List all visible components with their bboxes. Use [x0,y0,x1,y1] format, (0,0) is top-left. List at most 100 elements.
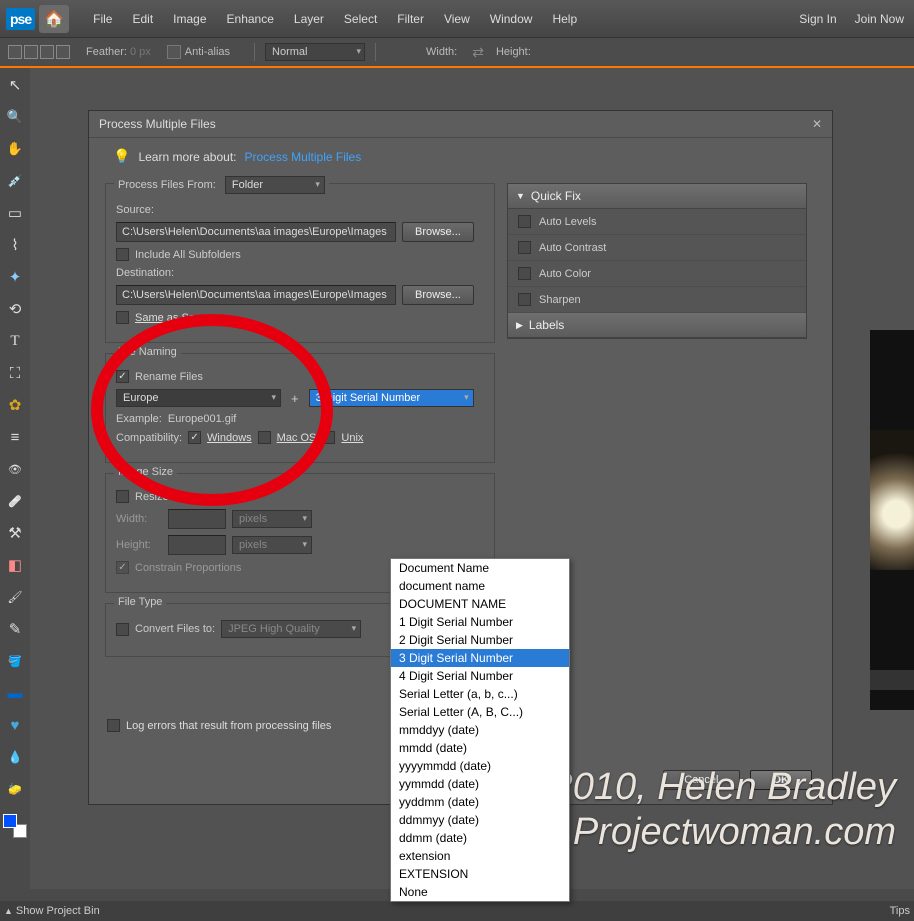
marquee-tool[interactable] [3,202,27,224]
quick-fix-header[interactable]: ▼Quick Fix [508,184,806,209]
compat-windows-checkbox[interactable] [188,431,201,444]
dd-option[interactable]: yymmdd (date) [391,775,569,793]
app-logo: pse [6,8,35,30]
dd-option[interactable]: Serial Letter (a, b, c...) [391,685,569,703]
crop-tool[interactable] [3,362,27,384]
image-size-legend: Image Size [114,466,177,478]
healing-brush-tool[interactable] [3,490,27,512]
menu-layer[interactable]: Layer [284,12,334,26]
lasso-tool[interactable] [3,234,27,256]
zoom-tool[interactable] [3,106,27,128]
dd-option[interactable]: document name [391,577,569,595]
menu-image[interactable]: Image [163,12,216,26]
browse-source-button[interactable]: Browse... [402,222,474,242]
clone-stamp-tool[interactable] [3,522,27,544]
straighten-tool[interactable] [3,426,27,448]
dd-option[interactable]: EXTENSION [391,865,569,883]
magic-wand-tool[interactable] [3,266,27,288]
dd-option[interactable]: extension [391,847,569,865]
show-project-bin[interactable]: Show Project Bin [16,905,100,917]
rename-files-checkbox[interactable] [116,370,129,383]
dd-option[interactable]: 4 Digit Serial Number [391,667,569,685]
status-bar: ▲ Show Project Bin Tips [0,901,914,921]
menu-file[interactable]: File [83,12,122,26]
include-subfolders-label: Include All Subfolders [135,249,241,261]
process-from-dropdown[interactable]: Folder [225,176,325,194]
cancel-button[interactable]: Cancel [663,770,739,790]
dd-option[interactable]: Document Name [391,559,569,577]
ok-button[interactable]: OK [750,770,813,790]
labels-header[interactable]: ▶Labels [508,313,806,338]
dd-option[interactable]: Serial Letter (A, B, C...) [391,703,569,721]
cookie-cutter-tool[interactable] [3,394,27,416]
dd-option[interactable]: 2 Digit Serial Number [391,631,569,649]
learn-more-link[interactable]: Process Multiple Files [245,150,362,164]
sharpen-item[interactable]: Sharpen [508,287,806,313]
toolbox [0,68,30,889]
plus-separator: + [287,391,303,406]
auto-contrast-item[interactable]: Auto Contrast [508,235,806,261]
menu-edit[interactable]: Edit [122,12,163,26]
menu-select[interactable]: Select [334,12,387,26]
eyedropper-tool[interactable] [3,170,27,192]
hand-tool[interactable] [3,138,27,160]
convert-files-checkbox[interactable] [116,623,129,636]
log-errors-checkbox[interactable] [107,719,120,732]
auto-levels-item[interactable]: Auto Levels [508,209,806,235]
dd-option[interactable]: yyddmm (date) [391,793,569,811]
red-eye-tool[interactable] [3,458,27,480]
join-now-link[interactable]: Join Now [855,12,904,26]
shape-tool[interactable] [3,714,27,736]
dd-option[interactable]: mmdd (date) [391,739,569,757]
close-icon[interactable]: ✕ [812,117,822,131]
swap-icon[interactable]: ⇄ [472,44,484,61]
dd-option[interactable]: 1 Digit Serial Number [391,613,569,631]
antialias-checkbox[interactable] [167,45,181,59]
menu-help[interactable]: Help [542,12,587,26]
browse-destination-button[interactable]: Browse... [402,285,474,305]
constrain-proportions-checkbox[interactable] [116,561,129,574]
compat-mac-checkbox[interactable] [258,431,271,444]
blur-tool[interactable] [3,746,27,768]
type-tool[interactable] [3,330,27,352]
dd-option[interactable]: ddmmyy (date) [391,811,569,829]
include-subfolders-checkbox[interactable] [116,248,129,261]
rename-files-label: Rename Files [135,371,203,383]
source-path-input[interactable] [116,222,396,242]
tips-label[interactable]: Tips [890,905,910,917]
move-tool[interactable] [3,74,27,96]
destination-path-input[interactable] [116,285,396,305]
quick-selection-tool[interactable] [3,298,27,320]
color-swatches[interactable] [3,814,27,838]
menubar: pse 🏠 File Edit Image Enhance Layer Sele… [0,0,914,38]
compat-unix-checkbox[interactable] [322,431,335,444]
home-icon[interactable]: 🏠 [39,5,69,33]
process-files-from-group: Process Files From: Folder Source: Brows… [105,183,495,343]
resize-images-checkbox[interactable] [116,490,129,503]
basename-dropdown[interactable]: Europe [116,389,281,407]
sign-in-link[interactable]: Sign In [799,12,836,26]
selection-mode-swatches[interactable] [8,45,70,59]
menu-window[interactable]: Window [480,12,543,26]
eraser-tool[interactable] [3,554,27,576]
paint-bucket-tool[interactable] [3,650,27,672]
dd-option[interactable]: ddmm (date) [391,829,569,847]
bin-toggle-icon[interactable]: ▲ [4,906,13,916]
brush-tool[interactable] [3,586,27,608]
auto-color-item[interactable]: Auto Color [508,261,806,287]
menu-view[interactable]: View [434,12,480,26]
menu-enhance[interactable]: Enhance [217,12,284,26]
dd-option[interactable]: mmddyy (date) [391,721,569,739]
sponge-tool[interactable] [3,778,27,800]
smart-brush-tool[interactable] [3,618,27,640]
menu-filter[interactable]: Filter [387,12,434,26]
same-as-source-checkbox[interactable] [116,311,129,324]
dd-option-selected[interactable]: 3 Digit Serial Number [391,649,569,667]
dd-option[interactable]: yyyymmdd (date) [391,757,569,775]
gradient-tool[interactable] [3,682,27,704]
suffix-dropdown[interactable]: 3 Digit Serial Number [309,389,474,407]
dd-option[interactable]: DOCUMENT NAME [391,595,569,613]
convert-format-dropdown[interactable]: JPEG High Quality [221,620,361,638]
blend-mode-dropdown[interactable]: Normal [265,43,365,61]
dd-option[interactable]: None [391,883,569,901]
